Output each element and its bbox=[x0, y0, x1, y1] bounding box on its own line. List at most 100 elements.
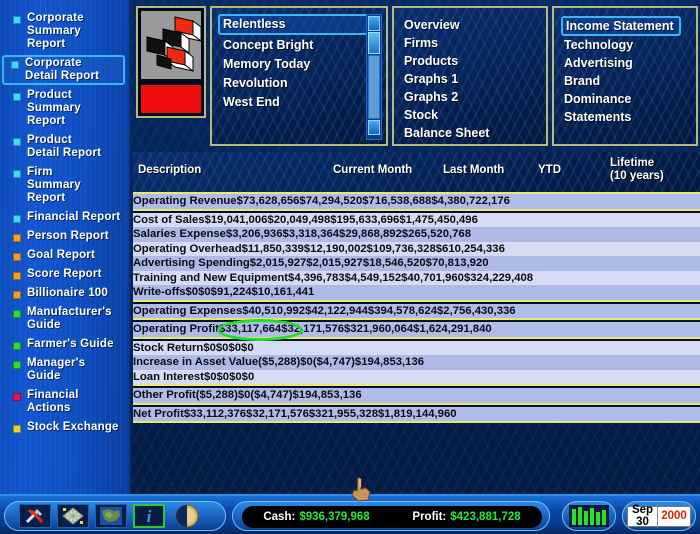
cell-label: Operating Profit bbox=[133, 323, 219, 336]
company-list-item[interactable]: West End bbox=[218, 93, 382, 112]
nav-item-overview[interactable]: Overview bbox=[404, 16, 546, 34]
company-list[interactable]: Relentless Concept Bright Memory Today Revo… bbox=[218, 14, 382, 112]
sidebar-item-label: Manufacturer's Guide bbox=[27, 306, 112, 331]
sidebar-item-manager-s-guide[interactable]: Manager's Guide bbox=[4, 355, 125, 385]
cell-last-month: $74,294,520 bbox=[299, 195, 363, 208]
company-list-item[interactable]: Relentless bbox=[218, 14, 380, 35]
cash-value: $936,379,968 bbox=[299, 511, 370, 523]
sidebar-bullet-icon bbox=[13, 253, 21, 261]
nav-item-income-statement[interactable]: Income Statement bbox=[561, 16, 681, 36]
sidebar-item-label: Farmer's Guide bbox=[27, 338, 114, 350]
nav-item-brand[interactable]: Brand bbox=[564, 72, 696, 90]
cell-current-month: $73,628,656 bbox=[236, 195, 300, 208]
report-section-nav[interactable]: Overview Firms Products Graphs 1 Graphs 2 Sto… bbox=[392, 6, 548, 146]
company-list-scrollbar[interactable] bbox=[366, 14, 382, 140]
time-icon[interactable] bbox=[171, 504, 203, 528]
sidebar-item-corporate-summary-report[interactable]: Corporate Summary Report bbox=[4, 10, 125, 53]
nav-item-balance-sheet[interactable]: Balance Sheet bbox=[404, 124, 546, 142]
sidebar-item-financial-actions[interactable]: Financial Actions bbox=[4, 387, 125, 417]
cell-current-month: $3,206,936 bbox=[225, 228, 283, 241]
table-row: Operating Revenue $73,628,656 $74,294,520 $… bbox=[133, 194, 700, 209]
table-row: Write-offs $0 $0 $91,224 $10,161,441 bbox=[133, 285, 700, 300]
cell-ytd: $40,701,960 bbox=[401, 271, 464, 284]
cell-last-month: $0 bbox=[215, 341, 229, 354]
company-logo-panel bbox=[136, 6, 206, 118]
cell-lifetime: $0 bbox=[241, 370, 255, 383]
sidebar-item-corporate-detail-report[interactable]: Corporate Detail Report bbox=[2, 55, 125, 85]
table-row: Cost of Sales $19,041,006 $20,049,498 $195,… bbox=[133, 212, 700, 227]
cell-last-month: $32,171,576 bbox=[281, 323, 345, 336]
sidebar-item-label: Person Report bbox=[27, 230, 109, 242]
cell-lifetime: $324,229,408 bbox=[463, 271, 534, 284]
sidebar-item-product-summary-report[interactable]: Product Summary Report bbox=[4, 87, 125, 130]
cell-label: Write-offs bbox=[133, 286, 186, 299]
tools-icon[interactable] bbox=[19, 504, 51, 528]
sidebar-item-manufacturer-s-guide[interactable]: Manufacturer's Guide bbox=[4, 304, 125, 334]
scroll-track[interactable] bbox=[368, 55, 380, 119]
cell-ytd: ($4,747) bbox=[250, 389, 293, 402]
city-grid-icon[interactable] bbox=[57, 504, 89, 528]
cell-lifetime: $610,254,336 bbox=[435, 242, 505, 255]
scroll-thumb[interactable] bbox=[368, 32, 380, 54]
nav-item-stock[interactable]: Stock bbox=[404, 106, 546, 124]
cell-last-month: $0 bbox=[216, 370, 230, 383]
nav-item-technology[interactable]: Technology bbox=[564, 36, 696, 54]
cell-lifetime: $0 bbox=[241, 341, 254, 354]
sidebar-item-billionaire-100[interactable]: Billionaire 100 bbox=[4, 285, 125, 302]
nav-item-products[interactable]: Products bbox=[404, 52, 546, 70]
sidebar-item-label: Stock Exchange bbox=[27, 421, 119, 433]
company-list-item[interactable]: Memory Today bbox=[218, 55, 382, 74]
column-header-lifetime: Lifetime (10 years) bbox=[610, 157, 664, 183]
hand-cursor bbox=[348, 476, 374, 502]
nav-item-graphs-1[interactable]: Graphs 1 bbox=[404, 70, 546, 88]
nav-item-graphs-2[interactable]: Graphs 2 bbox=[404, 88, 546, 106]
cell-label: Operating Revenue bbox=[133, 195, 237, 208]
cell-current-month: $0 bbox=[185, 286, 199, 299]
sidebar-item-person-report[interactable]: Person Report bbox=[4, 228, 125, 245]
nav-item-dominance[interactable]: Dominance bbox=[564, 90, 696, 108]
world-map-icon[interactable] bbox=[95, 504, 127, 528]
report-subsection-nav[interactable]: Income Statement Technology Advertising Bra… bbox=[552, 6, 698, 146]
sidebar-bullet-icon bbox=[11, 61, 19, 69]
cell-label: Operating Overhead bbox=[133, 242, 242, 255]
scroll-up-button[interactable] bbox=[368, 16, 380, 31]
sidebar-bullet-icon bbox=[13, 272, 21, 280]
nav-item-statements[interactable]: Statements bbox=[564, 108, 696, 126]
sidebar-item-financial-report[interactable]: Financial Report bbox=[4, 209, 125, 226]
sidebar-item-label: Firm Summary Report bbox=[27, 166, 81, 204]
nav-item-advertising[interactable]: Advertising bbox=[564, 54, 696, 72]
company-list-item[interactable]: Revolution bbox=[218, 74, 382, 93]
cell-last-month: $0 bbox=[198, 286, 211, 299]
cell-lifetime: $2,756,430,336 bbox=[437, 304, 516, 317]
sidebar-item-farmer-s-guide[interactable]: Farmer's Guide bbox=[4, 336, 125, 353]
cell-last-month: $32,171,576 bbox=[246, 407, 309, 420]
sidebar-bullet-icon bbox=[13, 170, 21, 178]
column-header-lifetime-line2: (10 years) bbox=[610, 170, 664, 182]
toolbar-icon-group: i bbox=[4, 501, 226, 531]
cell-last-month: $3,318,364 bbox=[282, 228, 340, 241]
date-panel[interactable]: Sep 30 2000 bbox=[622, 501, 696, 531]
table-row: Operating Overhead $11,850,339 $12,190,002… bbox=[133, 241, 700, 256]
sidebar-item-goal-report[interactable]: Goal Report bbox=[4, 247, 125, 264]
cell-label: Loan Interest bbox=[133, 370, 204, 383]
sidebar-item-score-report[interactable]: Score Report bbox=[4, 266, 125, 283]
income-statement-table: Description Current Month Last Month YTD… bbox=[133, 152, 700, 482]
sidebar-item-stock-exchange[interactable]: Stock Exchange bbox=[4, 419, 125, 436]
company-color-banner bbox=[141, 85, 201, 113]
cell-lifetime: $70,813,920 bbox=[425, 257, 489, 270]
sidebar-item-firm-summary-report[interactable]: Firm Summary Report bbox=[4, 164, 125, 207]
profit-label: Profit: bbox=[412, 511, 447, 523]
sidebar-bullet-icon bbox=[13, 16, 21, 24]
info-icon[interactable]: i bbox=[133, 504, 165, 528]
scroll-down-button[interactable] bbox=[368, 120, 380, 135]
bar-graph-icon[interactable] bbox=[562, 501, 616, 531]
nav-item-firms[interactable]: Firms bbox=[404, 34, 546, 52]
cell-last-month: $4,549,152 bbox=[344, 271, 402, 284]
table-row: Salaries Expense $3,206,936 $3,318,364 $29,… bbox=[133, 227, 700, 242]
company-list-item[interactable]: Concept Bright bbox=[218, 36, 382, 55]
date-day: Sep 30 bbox=[628, 504, 658, 528]
sidebar-item-label: Corporate Summary Report bbox=[27, 12, 84, 50]
sidebar-item-product-detail-report[interactable]: Product Detail Report bbox=[4, 132, 125, 162]
cell-ytd: $0 bbox=[229, 370, 242, 383]
cell-current-month: $4,396,783 bbox=[288, 271, 345, 284]
